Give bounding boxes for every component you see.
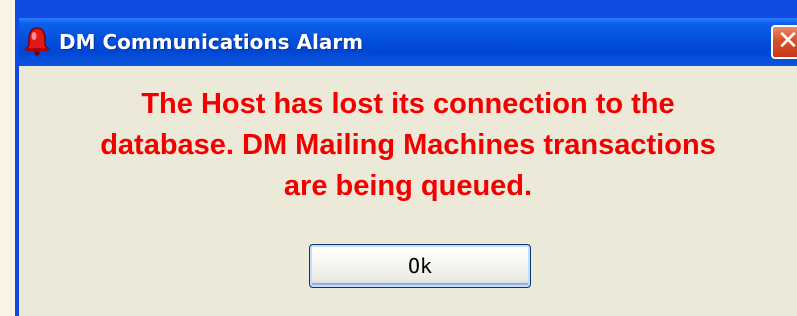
dialog-window: DM Communications Alarm ✕ The Host has l… xyxy=(15,0,797,316)
ok-button[interactable]: Ok xyxy=(309,244,531,288)
alarm-message-line: are being queued. xyxy=(283,170,533,202)
title-bar[interactable]: DM Communications Alarm ✕ xyxy=(19,18,797,66)
alarm-message-line: The Host has lost its connection to the xyxy=(141,88,675,120)
close-icon: ✕ xyxy=(777,26,797,56)
alarm-message-line: database. DM Mailing Machines transactio… xyxy=(100,129,716,161)
alarm-bell-icon xyxy=(24,26,50,56)
alarm-message: The Host has lost its connection to the … xyxy=(19,84,797,207)
window-title: DM Communications Alarm xyxy=(59,30,364,54)
close-button[interactable]: ✕ xyxy=(771,25,797,59)
dialog-body: The Host has lost its connection to the … xyxy=(19,66,797,316)
